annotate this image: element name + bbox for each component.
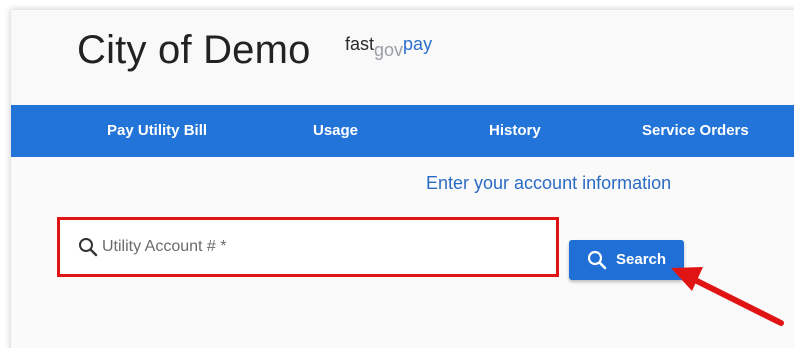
nav-usage[interactable]: Usage xyxy=(313,105,358,157)
page-title: City of Demo xyxy=(77,28,311,72)
page: City of Demo fastgovpay Pay Utility Bill… xyxy=(0,0,794,348)
brand-logo: fastgovpay xyxy=(345,34,433,60)
brand-pay: pay xyxy=(403,34,433,54)
utility-account-input[interactable] xyxy=(74,228,544,266)
nav-history[interactable]: History xyxy=(489,105,541,157)
account-search-highlight xyxy=(57,217,559,277)
main-nav: Pay Utility Bill Usage History Service O… xyxy=(11,105,794,157)
search-icon xyxy=(587,250,607,270)
brand-fast: fast xyxy=(345,34,375,54)
brand-gov: gov xyxy=(374,40,404,60)
form-prompt: Enter your account information xyxy=(426,173,672,193)
nav-pay-utility-bill[interactable]: Pay Utility Bill xyxy=(107,105,207,157)
red-arrow-icon xyxy=(671,267,784,326)
nav-service-orders[interactable]: Service Orders xyxy=(642,105,749,157)
header: City of Demo fastgovpay xyxy=(11,10,794,105)
